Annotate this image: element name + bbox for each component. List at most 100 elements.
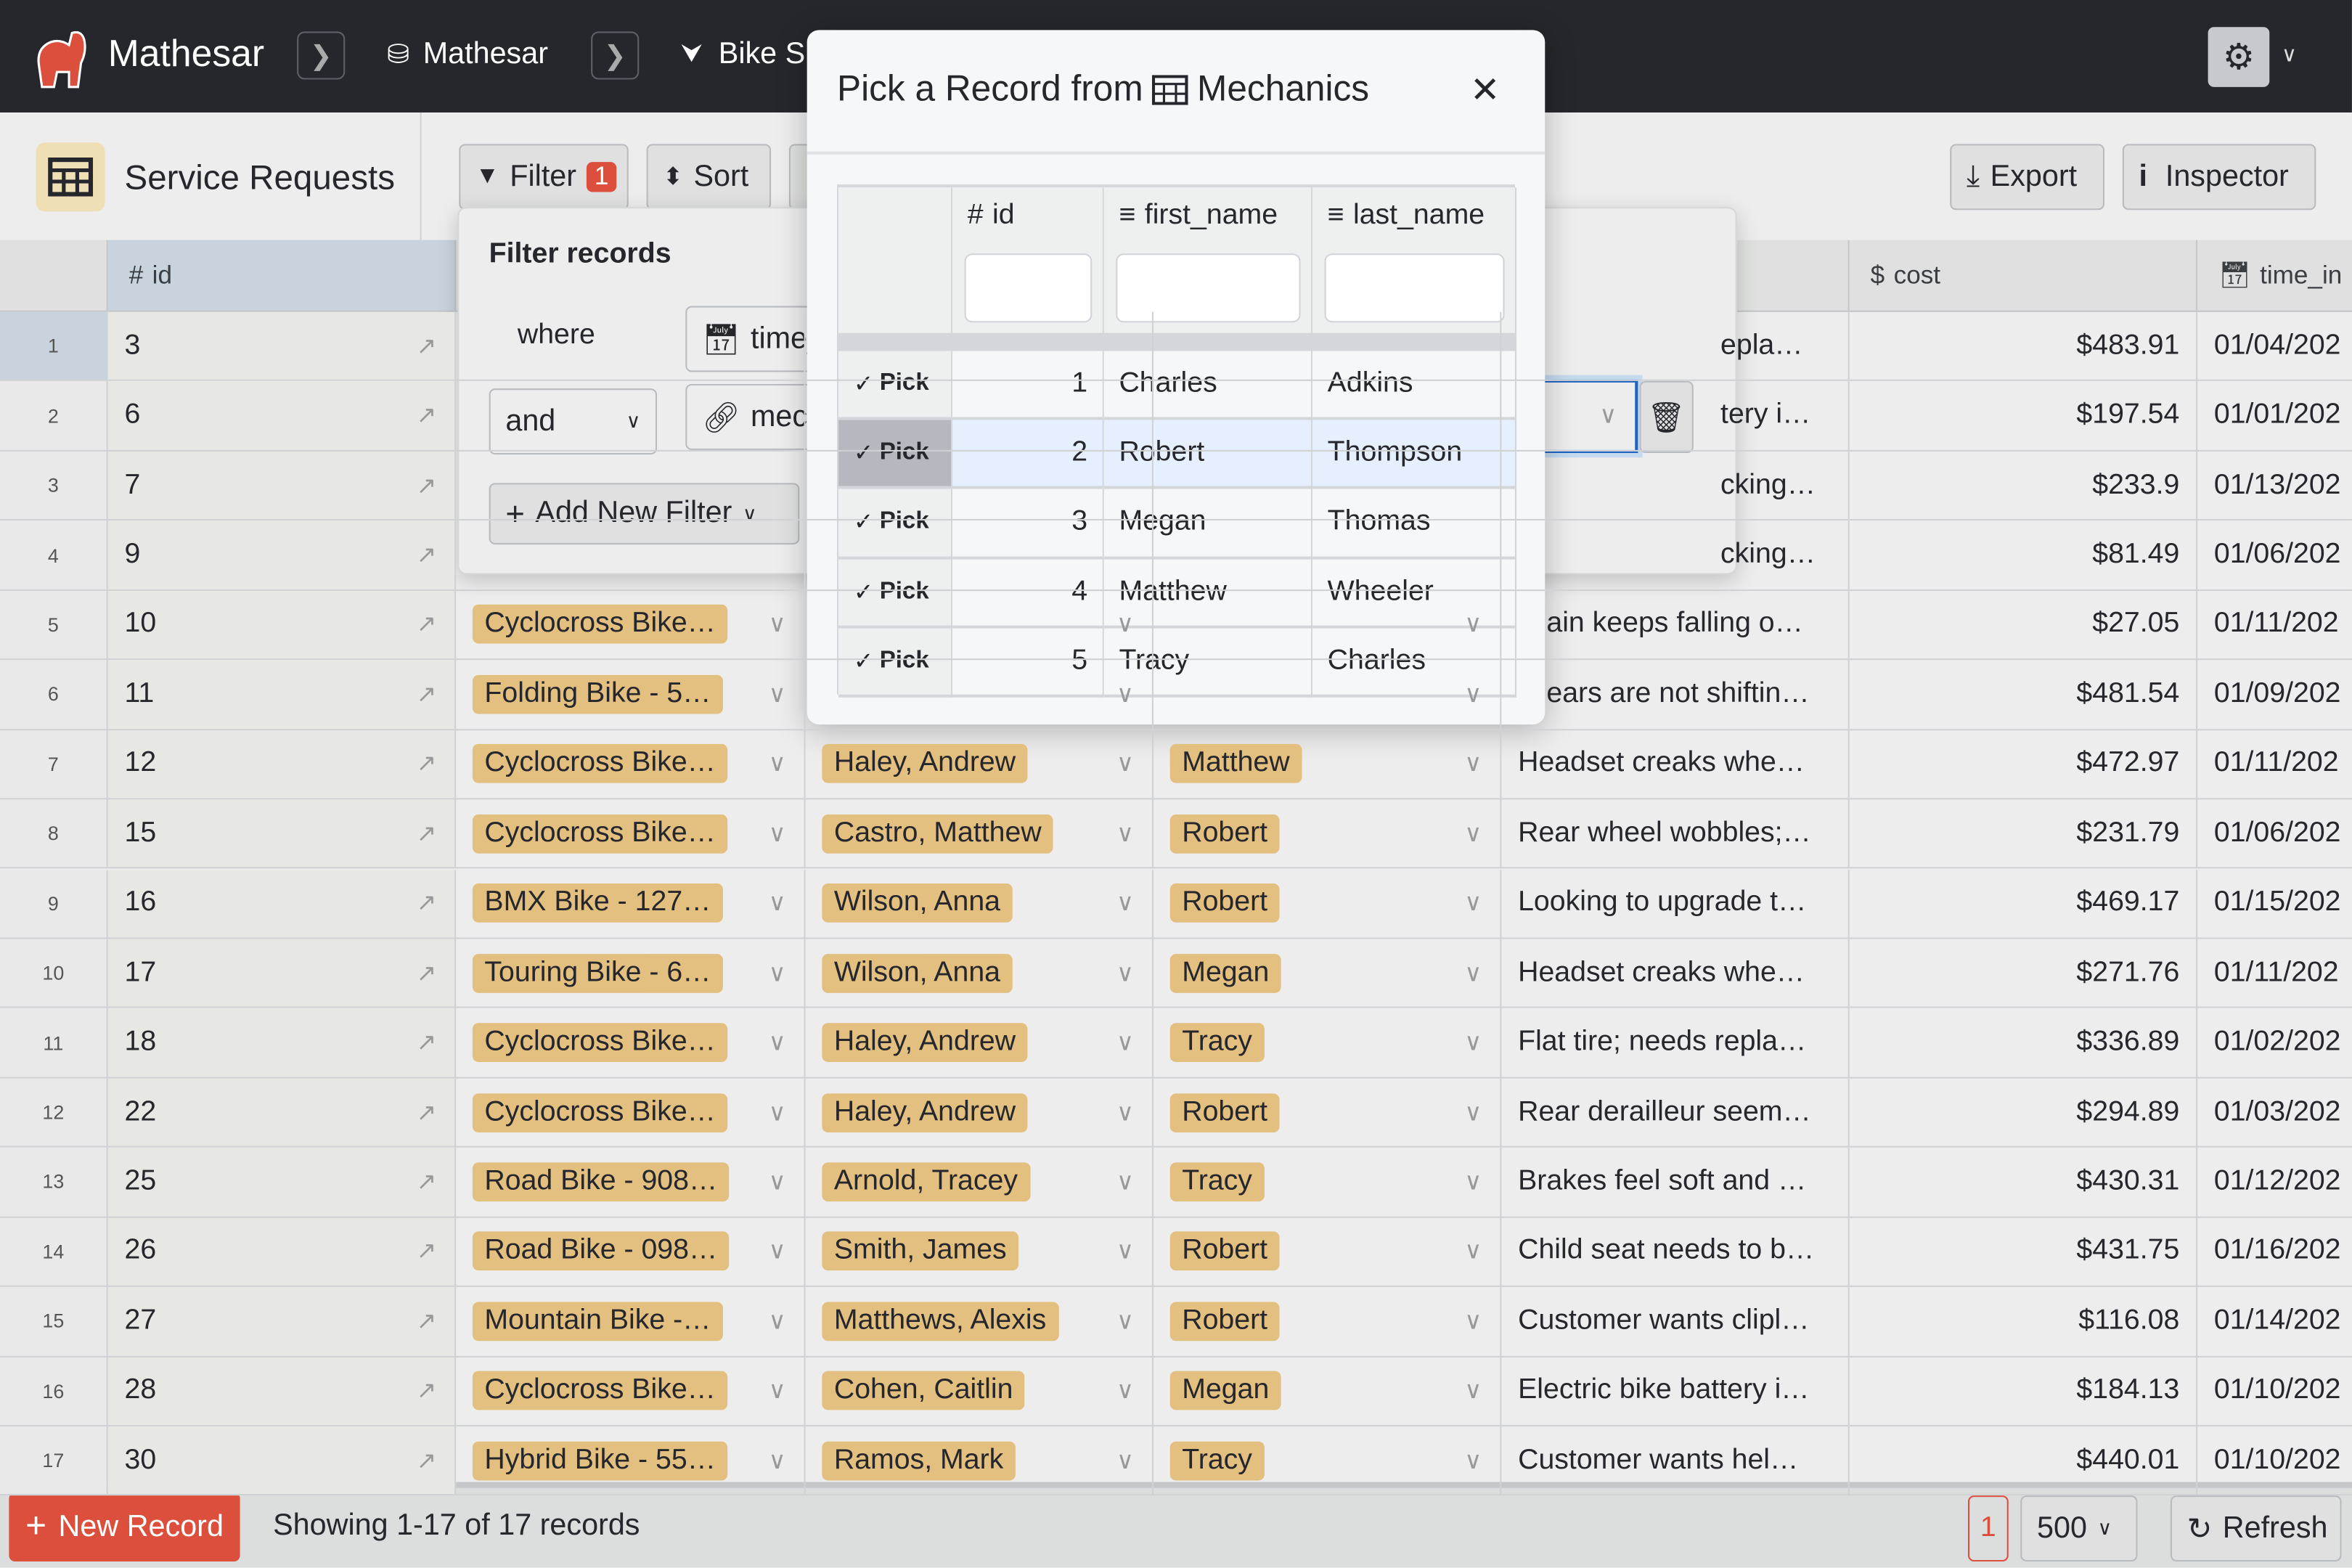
open-record-icon[interactable]: ↗ [417, 1445, 437, 1475]
cost-cell[interactable]: $431.75 [1849, 1217, 2198, 1288]
description-cell[interactable]: Rear derailleur seem… [1501, 1078, 1850, 1148]
description-cell[interactable]: ain keeps falling o… [1501, 590, 1850, 661]
chevron-down-icon[interactable]: ∨ [769, 1376, 786, 1405]
inspector-button[interactable]: i Inspector [2122, 144, 2316, 211]
description-cell[interactable]: Electric bike battery i… [1501, 1357, 1850, 1427]
bike-cell[interactable]: Cyclocross Bike… ∨ [456, 1078, 806, 1148]
chevron-down-icon[interactable]: ∨ [1116, 1445, 1134, 1475]
id-cell[interactable]: 12 ↗ [107, 730, 457, 800]
id-cell[interactable]: 22 ↗ [107, 1078, 457, 1148]
id-cell[interactable]: 26 ↗ [107, 1217, 457, 1288]
chevron-down-icon[interactable]: ∨ [769, 610, 786, 640]
mechanic-cell[interactable]: ∨ [1153, 590, 1502, 661]
open-record-icon[interactable]: ↗ [417, 1306, 437, 1336]
chevron-down-icon[interactable]: ∨ [1464, 749, 1482, 779]
chevron-down-icon[interactable]: ∨ [1116, 819, 1134, 849]
bike-cell[interactable] [456, 381, 806, 452]
open-record-icon[interactable]: ↗ [417, 1028, 437, 1058]
cost-cell[interactable]: $27.05 [1849, 590, 2198, 661]
time-in-cell[interactable]: 01/04/202 [2197, 312, 2352, 382]
description-cell[interactable]: Looking to upgrade t… [1501, 869, 1850, 939]
time-in-cell[interactable]: 01/13/202 [2197, 452, 2352, 521]
time-in-cell[interactable]: 01/11/202 [2197, 591, 2352, 661]
cost-cell[interactable]: $469.17 [1849, 869, 2198, 939]
chevron-down-icon[interactable]: ∨ [769, 958, 786, 988]
customer-cell[interactable]: Haley, Andrew ∨ [805, 1008, 1153, 1079]
id-cell[interactable]: 17 ↗ [107, 939, 457, 1009]
id-cell[interactable]: 18 ↗ [107, 1008, 457, 1079]
customer-cell[interactable]: ∨ [805, 660, 1153, 730]
cost-cell[interactable]: $294.89 [1849, 1078, 2198, 1148]
description-cell[interactable]: Rear wheel wobbles;… [1501, 799, 1850, 870]
chevron-down-icon[interactable]: ∨ [1464, 1306, 1482, 1336]
filter-button[interactable]: ▼ Filter 1 [459, 144, 629, 211]
customer-cell[interactable]: Ramos, Mark ∨ [805, 1426, 1153, 1496]
new-record-button[interactable]: + New Record [9, 1492, 240, 1562]
breadcrumb-database[interactable]: Mathesar [423, 38, 548, 73]
open-record-icon[interactable]: ↗ [417, 1167, 437, 1196]
cost-cell[interactable]: $483.91 [1849, 311, 2198, 382]
time-in-cell[interactable]: 01/16/202 [2197, 1217, 2352, 1288]
bike-cell[interactable]: Folding Bike - 5… ∨ [456, 660, 806, 730]
description-cell[interactable]: Customer wants clipl… [1501, 1287, 1850, 1357]
time-in-cell[interactable]: 01/03/202 [2197, 1078, 2352, 1148]
column-header-cost[interactable]: $ cost [1849, 240, 2198, 312]
breadcrumb-chevron-button[interactable]: ❯ [297, 31, 346, 80]
time-in-cell[interactable]: 01/09/202 [2197, 661, 2352, 730]
chevron-down-icon[interactable]: ∨ [1464, 679, 1482, 709]
sort-button[interactable]: ⬍ Sort [646, 144, 772, 211]
chevron-down-icon[interactable]: ∨ [769, 679, 786, 709]
customer-cell[interactable] [805, 311, 1153, 382]
chevron-down-icon[interactable]: ∨ [1116, 1098, 1134, 1127]
time-in-cell[interactable]: 01/11/202 [2197, 730, 2352, 800]
open-record-icon[interactable]: ↗ [417, 749, 437, 779]
cost-cell[interactable]: $472.97 [1849, 730, 2198, 800]
mechanic-cell[interactable] [1153, 451, 1502, 521]
mechanic-cell[interactable]: Robert ∨ [1153, 799, 1502, 870]
bike-cell[interactable]: Cyclocross Bike… ∨ [456, 590, 806, 661]
time-in-cell[interactable]: 01/12/202 [2197, 1148, 2352, 1218]
time-in-cell[interactable]: 01/15/202 [2197, 869, 2352, 939]
open-record-icon[interactable]: ↗ [417, 610, 437, 640]
id-cell[interactable]: 10 ↗ [107, 590, 457, 661]
id-cell[interactable]: 25 ↗ [107, 1148, 457, 1218]
time-in-cell[interactable]: 01/10/202 [2197, 1357, 2352, 1427]
bike-cell[interactable]: Road Bike - 098… ∨ [456, 1217, 806, 1288]
mechanic-cell[interactable] [1153, 520, 1502, 591]
mechanic-cell[interactable]: Robert ∨ [1153, 1287, 1502, 1357]
customer-cell[interactable]: Arnold, Tracey ∨ [805, 1148, 1153, 1218]
cost-cell[interactable]: $440.01 [1849, 1426, 2198, 1496]
time-in-cell[interactable]: 01/11/202 [2197, 939, 2352, 1009]
open-record-icon[interactable]: ↗ [417, 331, 437, 361]
chevron-down-icon[interactable]: ∨ [769, 1028, 786, 1058]
mechanic-cell[interactable]: Robert ∨ [1153, 869, 1502, 939]
bike-cell[interactable]: Cyclocross Bike… ∨ [456, 799, 806, 870]
customer-cell[interactable]: Castro, Matthew ∨ [805, 799, 1153, 870]
chevron-down-icon[interactable]: ∨ [769, 819, 786, 849]
chevron-down-icon[interactable]: ∨ [1116, 889, 1134, 918]
customer-cell[interactable]: Haley, Andrew ∨ [805, 1078, 1153, 1148]
open-record-icon[interactable]: ↗ [417, 819, 437, 849]
mechanic-cell[interactable]: Megan ∨ [1153, 1357, 1502, 1427]
time-in-cell[interactable]: 01/14/202 [2197, 1287, 2352, 1357]
chevron-down-icon[interactable]: ∨ [1464, 1236, 1482, 1266]
description-cell[interactable]: Brakes feel soft and … [1501, 1148, 1850, 1218]
open-record-icon[interactable]: ↗ [417, 889, 437, 918]
chevron-down-icon[interactable]: ∨ [769, 1236, 786, 1266]
settings-button[interactable]: ⚙ [2208, 27, 2270, 87]
export-button[interactable]: ⤓ Export [1950, 144, 2105, 211]
chevron-down-icon[interactable]: ∨ [2282, 42, 2297, 68]
chevron-down-icon[interactable]: ∨ [1116, 1028, 1134, 1058]
cost-cell[interactable]: $81.49 [1849, 520, 2198, 591]
description-cell[interactable]: Headset creaks whe… [1501, 730, 1850, 800]
open-record-icon[interactable]: ↗ [417, 1376, 437, 1405]
time-in-cell[interactable]: 01/06/202 [2197, 799, 2352, 870]
chevron-down-icon[interactable]: ∨ [1464, 1445, 1482, 1475]
cost-cell[interactable]: $271.76 [1849, 939, 2198, 1009]
mechanic-cell[interactable] [1153, 381, 1502, 452]
open-record-icon[interactable]: ↗ [417, 540, 437, 570]
id-cell[interactable]: 3 ↗ [107, 311, 457, 382]
chevron-down-icon[interactable]: ∨ [1116, 1376, 1134, 1405]
cost-cell[interactable]: $336.89 [1849, 1008, 2198, 1079]
description-cell[interactable]: ears are not shiftin… [1501, 660, 1850, 730]
